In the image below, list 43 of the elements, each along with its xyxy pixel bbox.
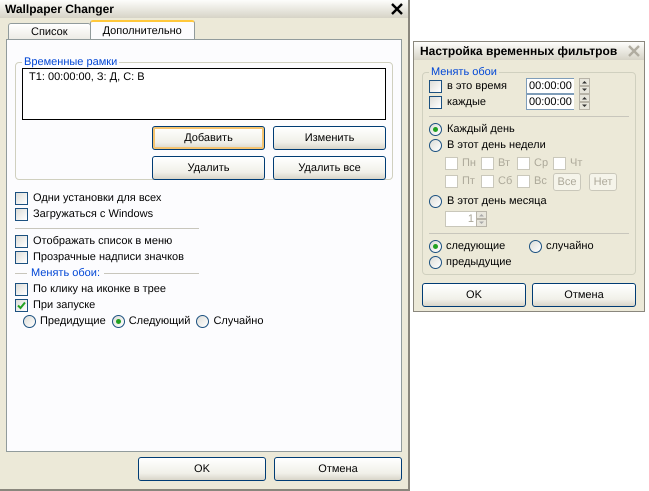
checkbox-label: По клику на иконке в трее bbox=[33, 283, 166, 295]
checkbox-label: каждые bbox=[447, 96, 487, 108]
checkbox-label: Загружаться с Windows bbox=[33, 208, 154, 220]
action-button[interactable]: Удалить все bbox=[273, 156, 386, 180]
group-title: Временные рамки bbox=[23, 56, 118, 68]
checkbox-label: Ср bbox=[534, 157, 548, 169]
checkbox-label: Сб bbox=[498, 175, 512, 187]
checkbox-label: Чт bbox=[570, 157, 582, 169]
dialog-button[interactable]: Отмена bbox=[532, 283, 636, 307]
window-title: Wallpaper Changer bbox=[5, 2, 114, 16]
dialog-button[interactable]: OK bbox=[138, 457, 266, 481]
time-field[interactable]: 00:00:00 bbox=[526, 78, 574, 94]
radio-label: Следующий bbox=[128, 315, 190, 327]
checkbox-label: Пт bbox=[462, 175, 475, 187]
radio-label: В этот день недели bbox=[447, 139, 546, 151]
dialog-title: Настройка временных фильтров bbox=[420, 44, 618, 58]
list-box[interactable]: T1: 00:00:00, З: Д, С: В bbox=[22, 68, 386, 120]
list-item[interactable]: T1: 00:00:00, З: Д, С: В bbox=[29, 71, 379, 83]
radio-label: следующие bbox=[446, 240, 506, 252]
checkbox-label: в это время bbox=[447, 80, 508, 92]
action-button[interactable]: Изменить bbox=[273, 126, 386, 150]
time-field[interactable]: 00:00:00 bbox=[526, 94, 574, 110]
group-title: Менять обои bbox=[430, 66, 498, 78]
radio-label: случайно bbox=[546, 240, 594, 252]
tab[interactable]: Дополнительно bbox=[90, 20, 195, 39]
dialog-button[interactable]: OK bbox=[422, 283, 526, 307]
radio-label: Каждый день bbox=[447, 123, 515, 135]
tab[interactable]: Список bbox=[8, 23, 91, 39]
checkbox-label: Одни установки для всех bbox=[33, 192, 162, 204]
dialog-button[interactable]: Отмена bbox=[274, 457, 402, 481]
checkbox-label: Вт bbox=[498, 157, 510, 169]
checkbox-label: Вс bbox=[534, 175, 547, 187]
action-button[interactable]: Удалить bbox=[152, 156, 265, 180]
action-button[interactable]: Добавить bbox=[152, 126, 265, 150]
checkbox-label: Прозрачные надписи значков bbox=[33, 251, 184, 263]
radio-label: предыдущие bbox=[446, 256, 512, 268]
checkbox-label: Пн bbox=[462, 157, 476, 169]
section-heading: Менять обои: bbox=[31, 267, 100, 279]
radio-label: Случайно bbox=[213, 315, 264, 327]
radio-label: В этот день месяца bbox=[447, 195, 547, 207]
radio-label: Предидущие bbox=[40, 315, 106, 327]
checkbox-label: Отображать список в меню bbox=[33, 235, 172, 247]
checkbox-label: При запуске bbox=[33, 299, 96, 311]
